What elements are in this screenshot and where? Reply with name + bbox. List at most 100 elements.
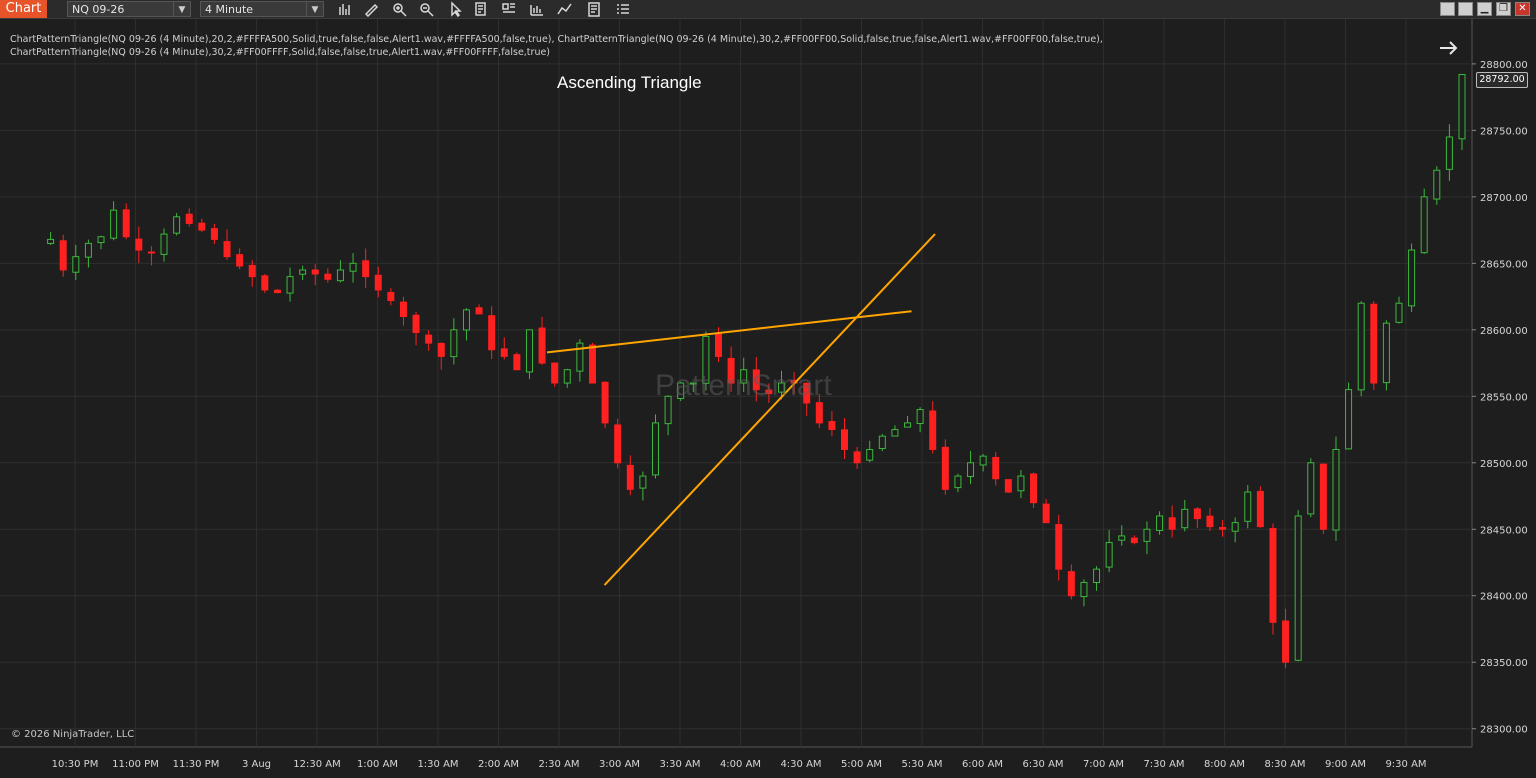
time-tick-label: 1:00 AM — [357, 759, 398, 770]
draw-pencil-icon[interactable] — [363, 1, 381, 18]
candle-body — [399, 301, 407, 318]
time-tick-label: 1:30 AM — [417, 759, 458, 770]
time-tick-label: 12:30 AM — [293, 759, 340, 770]
time-tick-label: 5:00 AM — [841, 759, 882, 770]
arrow-right-icon[interactable] — [1438, 39, 1460, 57]
price-tick-label: 28800.00 — [1480, 60, 1528, 71]
candle-body — [929, 410, 937, 450]
candle-body — [1408, 249, 1416, 307]
candle-body — [374, 274, 382, 291]
time-tick-label: 3 Aug — [242, 759, 271, 770]
time-tick-label: 3:30 AM — [659, 759, 700, 770]
chevron-down-icon[interactable]: ▼ — [173, 2, 190, 16]
data-box-icon[interactable] — [473, 1, 491, 17]
candle-body — [110, 209, 118, 239]
chart-panel[interactable]: 28800.00 28750.00 28700.00 28650.00 28600.00… — [0, 19, 1536, 774]
indicators-list-icon[interactable] — [614, 1, 632, 17]
candle-body — [475, 307, 483, 315]
candle-body — [198, 222, 206, 231]
candle-body — [815, 402, 823, 424]
candle-body — [223, 241, 231, 258]
candle-body — [967, 462, 975, 478]
candle-body — [576, 342, 584, 372]
zoom-in-icon[interactable] — [391, 1, 409, 17]
time-tick-label: 6:30 AM — [1022, 759, 1063, 770]
interval-value: 4 Minute — [205, 3, 254, 16]
candle-body — [866, 448, 874, 461]
interval-selector[interactable]: 4 Minute ▼ — [200, 1, 324, 17]
pointer-icon[interactable] — [447, 1, 465, 18]
minimize-icon[interactable]: ▁ — [1477, 2, 1492, 16]
time-tick-label: 9:00 AM — [1325, 759, 1366, 770]
candle-body — [236, 254, 244, 267]
candle-body — [1105, 542, 1113, 568]
candle-body — [450, 329, 458, 358]
candle-body — [841, 429, 849, 450]
candle-body — [1017, 475, 1025, 492]
candle-body — [1067, 571, 1075, 597]
candle-body — [601, 381, 609, 424]
candle-body — [916, 409, 924, 424]
time-tick-label: 8:30 AM — [1264, 759, 1305, 770]
candle-body — [462, 309, 470, 331]
candle-body — [261, 275, 269, 291]
candle-body — [954, 475, 962, 489]
price-tick-label: 28600.00 — [1480, 326, 1528, 337]
candle-body — [412, 314, 420, 333]
last-price-badge: 28792.00 — [1476, 72, 1528, 88]
candle-body — [387, 291, 395, 302]
candle-body — [1445, 136, 1453, 170]
candle-body — [1080, 581, 1088, 598]
candle-body — [1118, 535, 1126, 541]
candle-body — [639, 475, 647, 489]
time-tick-label: 5:30 AM — [901, 759, 942, 770]
candle-body — [349, 262, 357, 272]
candle-body — [500, 348, 508, 357]
candle-body — [651, 422, 659, 476]
candle-body — [1181, 508, 1189, 529]
close-icon[interactable]: ✕ — [1515, 2, 1530, 16]
maximize-icon[interactable]: ❐ — [1496, 2, 1511, 16]
time-tick-label: 2:00 AM — [478, 759, 519, 770]
time-tick-label: 11:30 PM — [173, 759, 220, 770]
candle-body — [1395, 302, 1403, 323]
chevron-down-icon[interactable]: ▼ — [306, 2, 323, 16]
candle-body — [626, 464, 634, 490]
time-tick-label: 9:30 AM — [1385, 759, 1426, 770]
candle-body — [614, 424, 622, 464]
bar-type-icon[interactable] — [337, 1, 355, 17]
candle-body — [1433, 169, 1441, 200]
candle-body — [1420, 196, 1428, 254]
instrument-value: NQ 09-26 — [72, 3, 125, 16]
candle-body — [324, 273, 332, 280]
candle-body — [979, 455, 987, 466]
candle-body — [878, 435, 886, 450]
chart-toolbar: Chart NQ 09-26 ▼ 4 Minute ▼ ▁ ❐ ✕ — [0, 0, 1536, 19]
candle-body — [311, 269, 319, 275]
candle-body — [72, 256, 80, 273]
candle-body — [1055, 524, 1063, 570]
candle-body — [122, 209, 130, 238]
chart-trader-icon[interactable] — [528, 1, 546, 17]
time-tick-label: 7:30 AM — [1143, 759, 1184, 770]
candle-body — [1370, 303, 1378, 384]
candle-body — [1382, 322, 1390, 384]
candle-body — [551, 362, 559, 384]
candle-body — [563, 369, 571, 384]
candle-body — [286, 276, 294, 294]
candle-body — [1307, 462, 1315, 515]
pattern-label: Ascending Triangle — [557, 73, 702, 92]
restore-icon[interactable] — [1458, 2, 1473, 16]
instrument-selector[interactable]: NQ 09-26 ▼ — [67, 1, 191, 17]
price-tick-label: 28550.00 — [1480, 392, 1528, 403]
chart-tab[interactable]: Chart — [0, 0, 47, 18]
properties-icon[interactable] — [586, 1, 604, 17]
zoom-out-icon[interactable] — [418, 1, 436, 17]
candle-body — [273, 289, 281, 294]
candle-body — [828, 421, 836, 431]
candle-body — [1282, 620, 1290, 663]
candle-body — [362, 260, 370, 278]
templates-icon[interactable] — [500, 1, 518, 17]
strategy-icon[interactable] — [556, 1, 574, 17]
restore-icon[interactable] — [1440, 2, 1455, 16]
